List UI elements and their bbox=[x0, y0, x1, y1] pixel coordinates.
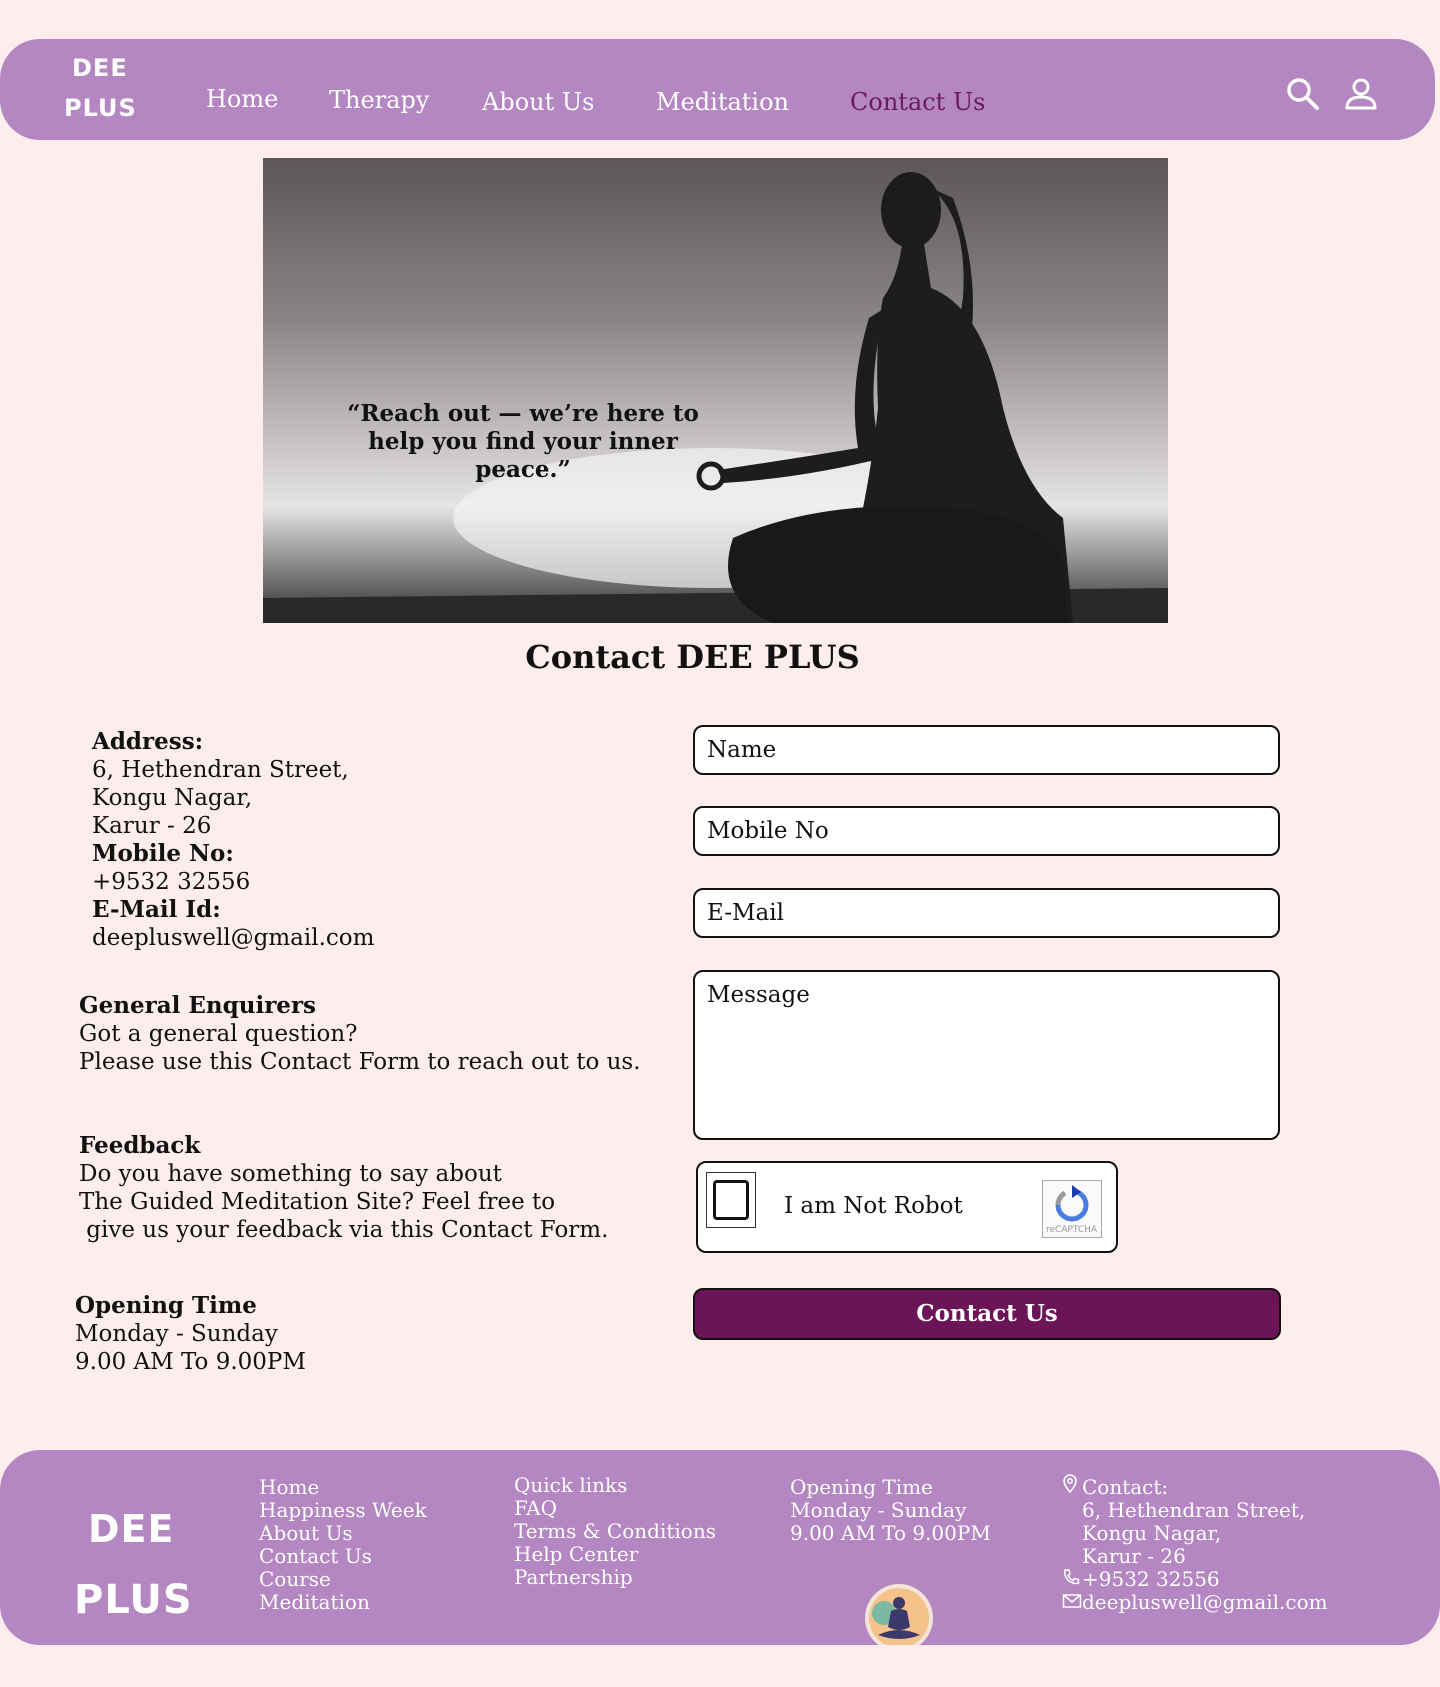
footer-contact-label: Contact: bbox=[1082, 1475, 1169, 1499]
address-line: Kongu Nagar, bbox=[92, 785, 253, 811]
footer-opening-hours: 9.00 AM To 9.00PM bbox=[790, 1521, 991, 1545]
footer-address-line: 6, Hethendran Street, bbox=[1082, 1498, 1306, 1522]
general-line: Got a general question? bbox=[79, 1021, 358, 1047]
contact-us-submit-button[interactable]: Contact Us bbox=[693, 1288, 1281, 1340]
footer-logo-plus[interactable]: PLUS bbox=[74, 1580, 193, 1620]
footer-link-home[interactable]: Home bbox=[259, 1476, 427, 1499]
footer-address-line: Kongu Nagar, bbox=[1082, 1521, 1222, 1545]
feedback-title: Feedback bbox=[79, 1132, 201, 1159]
email-label: E-Mail Id: bbox=[92, 896, 221, 923]
recaptcha-icon: reCAPTCHA bbox=[1042, 1180, 1102, 1238]
feedback-line: The Guided Meditation Site? Feel free to bbox=[79, 1189, 556, 1215]
general-enquiries-block: General Enquirers Got a general question… bbox=[79, 992, 641, 1076]
nav-about-us[interactable]: About Us bbox=[482, 88, 594, 116]
address-label: Address: bbox=[92, 728, 204, 755]
message-field-wrapper bbox=[693, 970, 1280, 1140]
message-textarea[interactable] bbox=[695, 972, 1278, 1138]
feedback-line: give us your feedback via this Contact F… bbox=[79, 1217, 609, 1243]
mobile-input[interactable] bbox=[695, 808, 1278, 854]
footer-opening-title: Opening Time bbox=[790, 1475, 933, 1499]
footer-link-about-us[interactable]: About Us bbox=[259, 1522, 427, 1545]
captcha-checkbox[interactable] bbox=[706, 1172, 756, 1228]
footer-email[interactable]: deepluswell@gmail.com bbox=[1082, 1590, 1328, 1614]
location-pin-icon bbox=[1062, 1474, 1082, 1499]
footer-link-contact-us[interactable]: Contact Us bbox=[259, 1545, 427, 1568]
nav-meditation[interactable]: Meditation bbox=[656, 88, 789, 116]
email-value: deepluswell@gmail.com bbox=[92, 925, 375, 951]
nav-therapy[interactable]: Therapy bbox=[329, 86, 429, 114]
address-line: Karur - 26 bbox=[92, 813, 212, 839]
footer-logo-dee[interactable]: DEE bbox=[88, 1510, 174, 1548]
nav-home[interactable]: Home bbox=[206, 85, 278, 113]
page-title: Contact DEE PLUS bbox=[525, 638, 860, 676]
captcha-label: I am Not Robot bbox=[784, 1193, 963, 1219]
email-input[interactable] bbox=[695, 890, 1278, 936]
user-icon[interactable] bbox=[1344, 77, 1378, 115]
mail-icon bbox=[1062, 1591, 1082, 1614]
opening-title: Opening Time bbox=[75, 1292, 257, 1319]
nav-contact-us[interactable]: Contact Us bbox=[850, 88, 985, 116]
footer-link-faq[interactable]: FAQ bbox=[514, 1497, 716, 1520]
footer-link-partnership[interactable]: Partnership bbox=[514, 1566, 716, 1589]
phone-icon bbox=[1062, 1568, 1082, 1591]
name-field-wrapper bbox=[693, 725, 1280, 775]
footer-link-help-center[interactable]: Help Center bbox=[514, 1543, 716, 1566]
footer-address-line: Karur - 26 bbox=[1082, 1544, 1186, 1568]
email-field-wrapper bbox=[693, 888, 1280, 938]
name-input[interactable] bbox=[695, 727, 1278, 773]
feedback-block: Feedback Do you have something to say ab… bbox=[79, 1132, 608, 1244]
meditation-logo-icon bbox=[864, 1583, 934, 1645]
hero-quote-line-2: help you find your inner peace.” bbox=[368, 428, 678, 483]
general-title: General Enquirers bbox=[79, 992, 317, 1019]
footer-link-terms[interactable]: Terms & Conditions bbox=[514, 1520, 716, 1543]
meditating-woman-silhouette bbox=[263, 172, 1168, 623]
opening-line: Monday - Sunday bbox=[75, 1321, 278, 1347]
footer-nav-links: Home Happiness Week About Us Contact Us … bbox=[259, 1476, 427, 1614]
search-icon[interactable] bbox=[1286, 77, 1320, 115]
footer-phone[interactable]: +9532 32556 bbox=[1082, 1567, 1220, 1591]
general-line: Please use this Contact Form to reach ou… bbox=[79, 1049, 641, 1075]
hero-image: “Reach out — we’re here to help you find… bbox=[263, 158, 1168, 623]
recaptcha-brand: reCAPTCHA bbox=[1046, 1225, 1098, 1235]
hero-quote: “Reach out — we’re here to help you find… bbox=[323, 400, 723, 484]
footer-quick-links: Quick links FAQ Terms & Conditions Help … bbox=[514, 1474, 716, 1589]
address-block: Address: 6, Hethendran Street, Kongu Nag… bbox=[92, 728, 374, 952]
footer-contact: Contact: 6, Hethendran Street, Kongu Nag… bbox=[1062, 1474, 1328, 1614]
logo-dee[interactable]: DEE bbox=[72, 56, 128, 80]
hero-quote-line-1: “Reach out — we’re here to bbox=[347, 400, 699, 427]
top-navbar: DEE PLUS Home Therapy About Us Meditatio… bbox=[0, 39, 1435, 140]
footer-opening-time: Opening Time Monday - Sunday 9.00 AM To … bbox=[790, 1476, 991, 1545]
feedback-line: Do you have something to say about bbox=[79, 1161, 502, 1187]
footer-opening-days: Monday - Sunday bbox=[790, 1498, 967, 1522]
quick-links-title: Quick links bbox=[514, 1473, 628, 1497]
mobile-field-wrapper bbox=[693, 806, 1280, 856]
captcha-widget: I am Not Robot reCAPTCHA bbox=[696, 1161, 1118, 1253]
opening-time-block: Opening Time Monday - Sunday 9.00 AM To … bbox=[75, 1292, 306, 1376]
mobile-label: Mobile No: bbox=[92, 840, 234, 867]
footer-link-happiness-week[interactable]: Happiness Week bbox=[259, 1499, 427, 1522]
address-line: 6, Hethendran Street, bbox=[92, 757, 349, 783]
footer-link-meditation[interactable]: Meditation bbox=[259, 1591, 427, 1614]
footer: DEE PLUS Home Happiness Week About Us Co… bbox=[0, 1450, 1440, 1645]
logo-plus[interactable]: PLUS bbox=[64, 96, 137, 120]
footer-link-course[interactable]: Course bbox=[259, 1568, 427, 1591]
opening-line: 9.00 AM To 9.00PM bbox=[75, 1349, 306, 1375]
mobile-value: +9532 32556 bbox=[92, 869, 251, 895]
